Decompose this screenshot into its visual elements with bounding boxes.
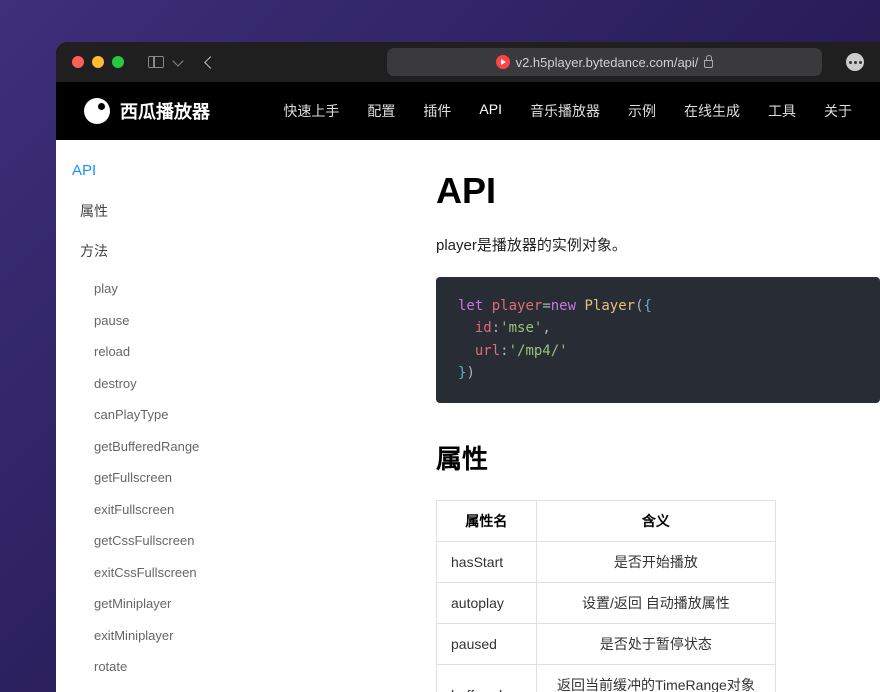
- main-content: API player是播放器的实例对象。 let player=new Play…: [266, 140, 880, 692]
- code-keyword: new: [551, 298, 576, 314]
- code-var: player: [492, 298, 543, 314]
- sidebar-section[interactable]: 方法: [66, 233, 256, 269]
- table-row: hasStart是否开始播放: [437, 541, 776, 582]
- close-window-button[interactable]: [72, 56, 84, 68]
- back-button-icon[interactable]: [204, 56, 217, 69]
- logo[interactable]: 西瓜播放器: [84, 98, 210, 124]
- sidebar-item[interactable]: getBufferedRange: [66, 431, 256, 463]
- table-row: buffered返回当前缓冲的TimeRange对象集合: [437, 664, 776, 692]
- minimize-window-button[interactable]: [92, 56, 104, 68]
- code-class: Player: [584, 298, 635, 314]
- sidebar-item[interactable]: exitCssFullscreen: [66, 557, 256, 589]
- browser-window: v2.h5player.bytedance.com/api/ 西瓜播放器 快速上…: [56, 42, 880, 692]
- table-cell: 设置/返回 自动播放属性: [536, 582, 775, 623]
- nav-item[interactable]: 音乐播放器: [530, 93, 600, 129]
- site-badge-icon: [496, 55, 510, 69]
- table-cell: autoplay: [437, 582, 537, 623]
- sidebar-item[interactable]: reload: [66, 336, 256, 368]
- brand-name: 西瓜播放器: [120, 98, 210, 124]
- sidebar-item[interactable]: getFullscreen: [66, 462, 256, 494]
- sidebar-item[interactable]: rotate: [66, 651, 256, 683]
- chevron-down-icon[interactable]: [172, 55, 183, 66]
- table-header: 含义: [536, 500, 775, 541]
- sidebar-item[interactable]: exitMiniplayer: [66, 620, 256, 652]
- table-row: autoplay设置/返回 自动播放属性: [437, 582, 776, 623]
- table-cell: 是否开始播放: [536, 541, 775, 582]
- code-key: url: [475, 343, 500, 359]
- property-table: 属性名 含义 hasStart是否开始播放autoplay设置/返回 自动播放属…: [436, 500, 776, 692]
- nav-item[interactable]: 快速上手: [283, 93, 339, 129]
- top-nav: 西瓜播放器 快速上手配置插件 API 音乐播放器示例在线生成工具关于: [56, 82, 880, 140]
- sidebar-item[interactable]: canPlayType: [66, 399, 256, 431]
- sidebar-section[interactable]: 属性: [66, 193, 256, 229]
- sidebar-title[interactable]: API: [66, 158, 256, 183]
- sidebar-item[interactable]: play: [66, 273, 256, 305]
- sidebar-item[interactable]: exitFullscreen: [66, 494, 256, 526]
- content-area: API 属性方法playpausereloaddestroycanPlayTyp…: [56, 140, 880, 692]
- table-cell: buffered: [437, 664, 537, 692]
- traffic-lights: [72, 56, 124, 68]
- page-description: player是播放器的实例对象。: [436, 234, 880, 255]
- nav-item[interactable]: 插件: [423, 93, 451, 129]
- table-cell: 是否处于暂停状态: [536, 623, 775, 664]
- code-string: 'mse': [500, 320, 542, 336]
- more-icon[interactable]: [846, 53, 864, 71]
- url-text: v2.h5player.bytedance.com/api/: [516, 55, 699, 70]
- table-cell: paused: [437, 623, 537, 664]
- sidebar-toggle-icon[interactable]: [148, 56, 164, 68]
- code-key: id: [475, 320, 492, 336]
- nav-item[interactable]: 示例: [628, 93, 656, 129]
- page-title: API: [436, 170, 880, 212]
- sidebar-item[interactable]: pause: [66, 305, 256, 337]
- titlebar: v2.h5player.bytedance.com/api/: [56, 42, 880, 82]
- table-row: paused是否处于暂停状态: [437, 623, 776, 664]
- code-keyword: let: [458, 298, 483, 314]
- code-string: '/mp4/': [509, 343, 568, 359]
- sidebar-item[interactable]: start: [66, 683, 256, 692]
- code-block: let player=new Player({ id:'mse', url:'/…: [436, 277, 880, 403]
- table-cell: hasStart: [437, 541, 537, 582]
- titlebar-controls: [148, 56, 215, 68]
- logo-icon: [84, 98, 110, 124]
- section-title: 属性: [436, 439, 880, 476]
- nav-item[interactable]: API: [479, 93, 502, 129]
- sidebar-item[interactable]: getCssFullscreen: [66, 525, 256, 557]
- table-header: 属性名: [437, 500, 537, 541]
- sidebar: API 属性方法 playpausereloaddestroycanPlayTyp…: [56, 140, 266, 692]
- table-cell: 返回当前缓冲的TimeRange对象集合: [536, 664, 775, 692]
- table-header-row: 属性名 含义: [437, 500, 776, 541]
- nav-item[interactable]: 配置: [367, 93, 395, 129]
- nav-item[interactable]: 关于: [824, 93, 852, 129]
- nav-items: 快速上手配置插件 API 音乐播放器示例在线生成工具关于: [283, 93, 852, 129]
- sidebar-item[interactable]: destroy: [66, 368, 256, 400]
- maximize-window-button[interactable]: [112, 56, 124, 68]
- nav-item[interactable]: 在线生成: [684, 93, 740, 129]
- nav-item[interactable]: 工具: [768, 93, 796, 129]
- url-bar[interactable]: v2.h5player.bytedance.com/api/: [387, 48, 822, 76]
- sidebar-item[interactable]: getMiniplayer: [66, 588, 256, 620]
- lock-icon: [704, 60, 713, 68]
